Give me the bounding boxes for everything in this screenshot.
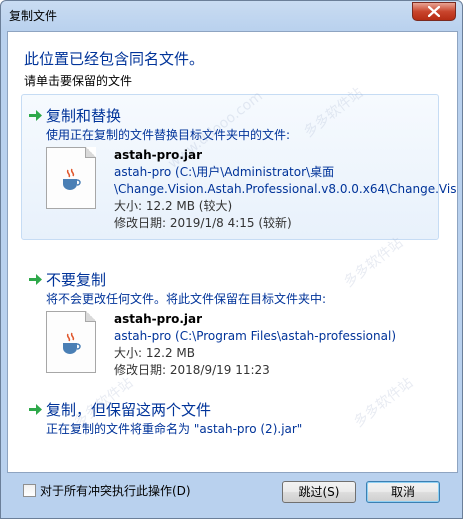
jar-file-icon [46, 147, 96, 209]
window-title: 复制文件 [9, 9, 58, 23]
option-description: 将不会更改任何文件。将此文件保留在目标文件夹中: [46, 292, 327, 306]
checkbox-label: 对于所有冲突执行此操作(D) [40, 484, 191, 498]
file-size: 大小: 12.2 MB [114, 346, 195, 360]
file-path-line2: \Change.Vision.Astah.Professional.v8.0.0… [114, 182, 457, 196]
dialog-subheading: 请单击要保留的文件 [24, 74, 133, 88]
checkbox-box[interactable] [23, 484, 36, 497]
apply-to-all-checkbox[interactable]: 对于所有冲突执行此操作(D) [23, 482, 191, 499]
title-bar[interactable]: 复制文件 [1, 1, 462, 29]
file-modified-date: 修改日期: 2019/1/8 4:15 (较新) [114, 216, 292, 230]
target-file-info: astah-pro.jar astah-pro (C:\Program File… [114, 311, 396, 379]
dialog-heading: 此位置已经包含同名文件。 [24, 50, 205, 68]
cancel-button[interactable]: 取消 [366, 481, 440, 503]
file-path-line1: astah-pro (C:\用户\Administrator\桌面 [114, 165, 335, 179]
option-title: 不要复制 [46, 271, 107, 289]
jar-file-icon [46, 311, 96, 373]
file-path-line1: astah-pro (C:\Program Files\astah-profes… [114, 329, 396, 343]
green-arrow-icon [29, 274, 42, 285]
copy-file-dialog: 复制文件 此位置已经包含同名文件。 请单击要保留的文件 复制和替换 使用正在复制… [0, 0, 463, 519]
option-dont-copy[interactable]: 不要复制 将不会更改任何文件。将此文件保留在目标文件夹中: astah-pro.… [21, 258, 439, 378]
close-icon [428, 6, 440, 17]
file-name: astah-pro.jar [114, 312, 203, 326]
file-size: 大小: 12.2 MB (较大) [114, 199, 233, 213]
skip-button[interactable]: 跳过(S) [282, 481, 356, 503]
option-description: 使用正在复制的文件替换目标文件夹中的文件: [46, 128, 291, 142]
file-name: astah-pro.jar [114, 148, 203, 162]
dialog-content: 此位置已经包含同名文件。 请单击要保留的文件 复制和替换 使用正在复制的文件替换… [7, 31, 458, 473]
green-arrow-icon [29, 404, 42, 415]
java-cup-icon [63, 332, 81, 354]
close-button[interactable] [412, 2, 456, 21]
option-title: 复制和替换 [46, 107, 122, 125]
green-arrow-icon [29, 110, 42, 121]
java-cup-icon [63, 168, 81, 190]
file-modified-date: 修改日期: 2018/9/19 11:23 [114, 363, 270, 377]
